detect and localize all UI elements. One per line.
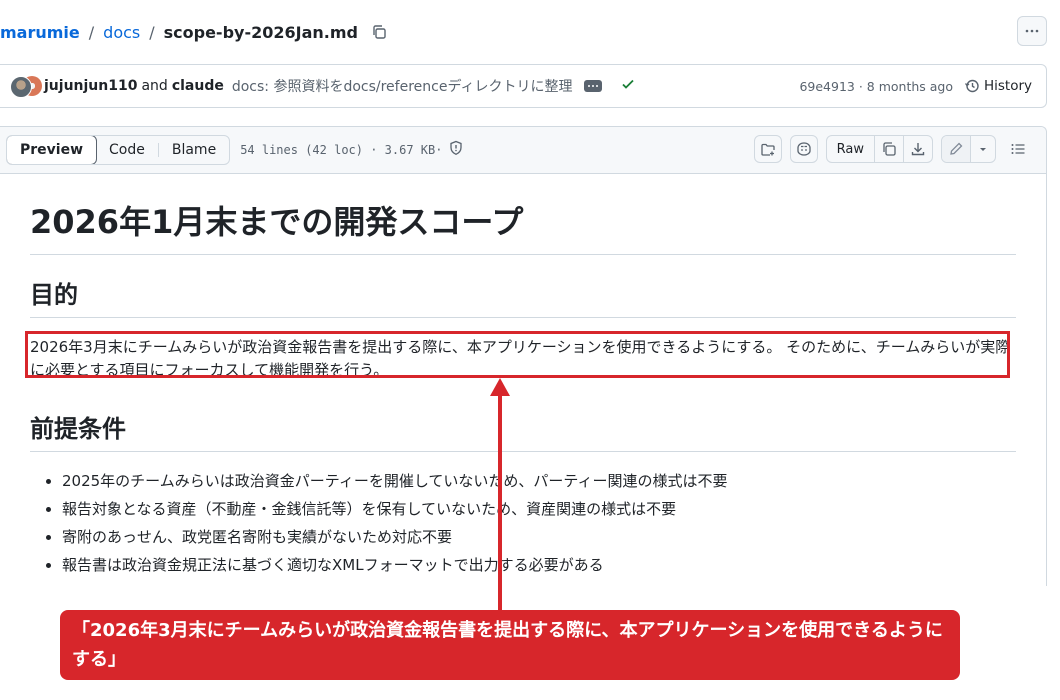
author-avatars[interactable] [8,75,44,98]
copy-icon[interactable] [370,23,388,41]
list-item: 報告書は政治資金規正法に基づく適切なXMLフォーマットで出力する必要がある [62,551,1016,579]
prerequisite-list: 2025年のチームみらいは政治資金パーティーを開催していないため、パーティー関連… [30,467,1016,579]
history-button[interactable]: History [964,78,1032,94]
file-toolbar: Raw [753,135,1032,163]
document-title: 2026年1月末までの開発スコープ [30,172,1016,255]
tab-code[interactable]: Code [96,136,158,164]
view-mode-tabs: Preview Code Blame [6,135,231,165]
chevron-down-icon[interactable] [971,136,995,162]
raw-button[interactable]: Raw [827,136,875,162]
kebab-icon[interactable] [1017,16,1047,46]
breadcrumb-file-name: scope-by-2026Jan.md [163,22,358,42]
commit-message-link[interactable]: docs: 参照資料をdocs/referenceディレクトリに整理 [232,76,573,96]
commit-author-link[interactable]: jujunjun110 [44,78,137,94]
list-item: 寄附のあっせん、政党匿名寄附も実績がないため対応不要 [62,523,1016,551]
check-icon[interactable] [620,76,636,96]
annotation-arrow-head [490,378,510,396]
annotation-arrow-line [498,392,502,612]
highlight-box [25,331,1010,378]
ellipsis-icon[interactable] [584,80,603,92]
new-file-icon[interactable] [753,135,782,163]
pencil-icon[interactable] [942,136,971,162]
shield-icon[interactable] [448,140,464,160]
list-icon[interactable] [1004,135,1032,163]
breadcrumb-separator: / [149,22,155,42]
list-item: 2025年のチームみらいは政治資金パーティーを開催していないため、パーティー関連… [62,467,1016,495]
download-icon[interactable] [904,136,932,162]
copilot-icon[interactable] [789,135,818,163]
file-header: Preview Code Blame 54 lines (42 loc) · 3… [0,127,1046,174]
tab-preview[interactable]: Preview [7,136,98,164]
breadcrumb: marumie / docs / scope-by-2026Jan.md [0,20,388,44]
history-label: History [983,78,1032,94]
tab-blame[interactable]: Blame [159,136,229,164]
breadcrumb-owner-link[interactable]: marumie [0,23,80,42]
commit-and-text: and [141,78,168,94]
avatar [10,76,32,98]
heading-purpose: 目的 [30,278,1016,318]
latest-commit-bar: jujunjun110 and claude docs: 参照資料をdocs/r… [0,64,1047,108]
history-icon [964,79,979,93]
edit-actions-group [941,135,996,163]
breadcrumb-separator: / [88,22,95,42]
commit-coauthor-link[interactable]: claude [172,78,224,94]
breadcrumb-folder-link[interactable]: docs [103,23,140,42]
copy-raw-icon[interactable] [875,136,904,162]
heading-prerequisites: 前提条件 [30,412,1016,452]
file-meta-info: 54 lines (42 loc) · 3.67 KB· [240,143,443,157]
list-item: 報告対象となる資産（不動産・金銭信託等）を保有していないため、資産関連の様式は不… [62,495,1016,523]
commit-sha-time[interactable]: 69e4913 · 8 months ago [799,79,953,94]
annotation-callout: 「2026年3月末にチームみらいが政治資金報告書を提出する際に、本アプリケーショ… [60,610,960,680]
raw-actions-group: Raw [825,135,933,163]
